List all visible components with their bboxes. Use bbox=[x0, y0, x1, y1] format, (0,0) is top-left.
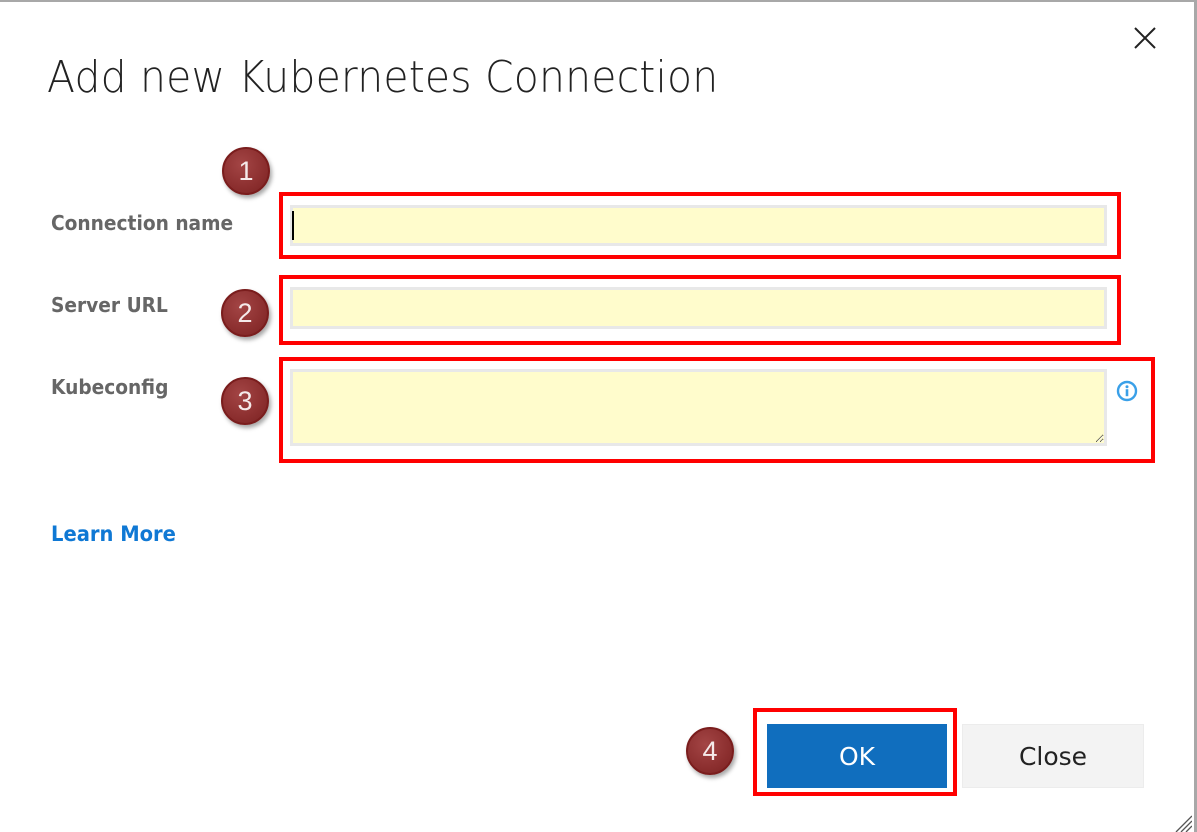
add-kubernetes-connection-dialog: Add new Kubernetes Connection 1 Connecti… bbox=[0, 0, 1197, 832]
close-button[interactable]: Close bbox=[962, 724, 1144, 788]
ok-button[interactable]: OK bbox=[767, 724, 947, 788]
close-icon[interactable] bbox=[1131, 24, 1159, 52]
step-badge-3: 3 bbox=[221, 377, 269, 425]
kubeconfig-label: Kubeconfig bbox=[51, 375, 169, 399]
text-caret bbox=[292, 211, 294, 240]
connection-name-input[interactable] bbox=[290, 205, 1107, 246]
server-url-label: Server URL bbox=[51, 293, 168, 317]
dialog-title: Add new Kubernetes Connection bbox=[47, 52, 719, 103]
step-badge-4: 4 bbox=[686, 727, 734, 775]
learn-more-link[interactable]: Learn More bbox=[51, 522, 176, 546]
kubeconfig-textarea[interactable] bbox=[290, 369, 1107, 446]
connection-name-label: Connection name bbox=[51, 211, 234, 235]
step-badge-2: 2 bbox=[221, 289, 269, 337]
resize-grip-icon[interactable] bbox=[1172, 812, 1192, 832]
info-circle-icon[interactable] bbox=[1116, 380, 1138, 402]
step-badge-1: 1 bbox=[222, 147, 270, 195]
server-url-input[interactable] bbox=[290, 287, 1107, 329]
